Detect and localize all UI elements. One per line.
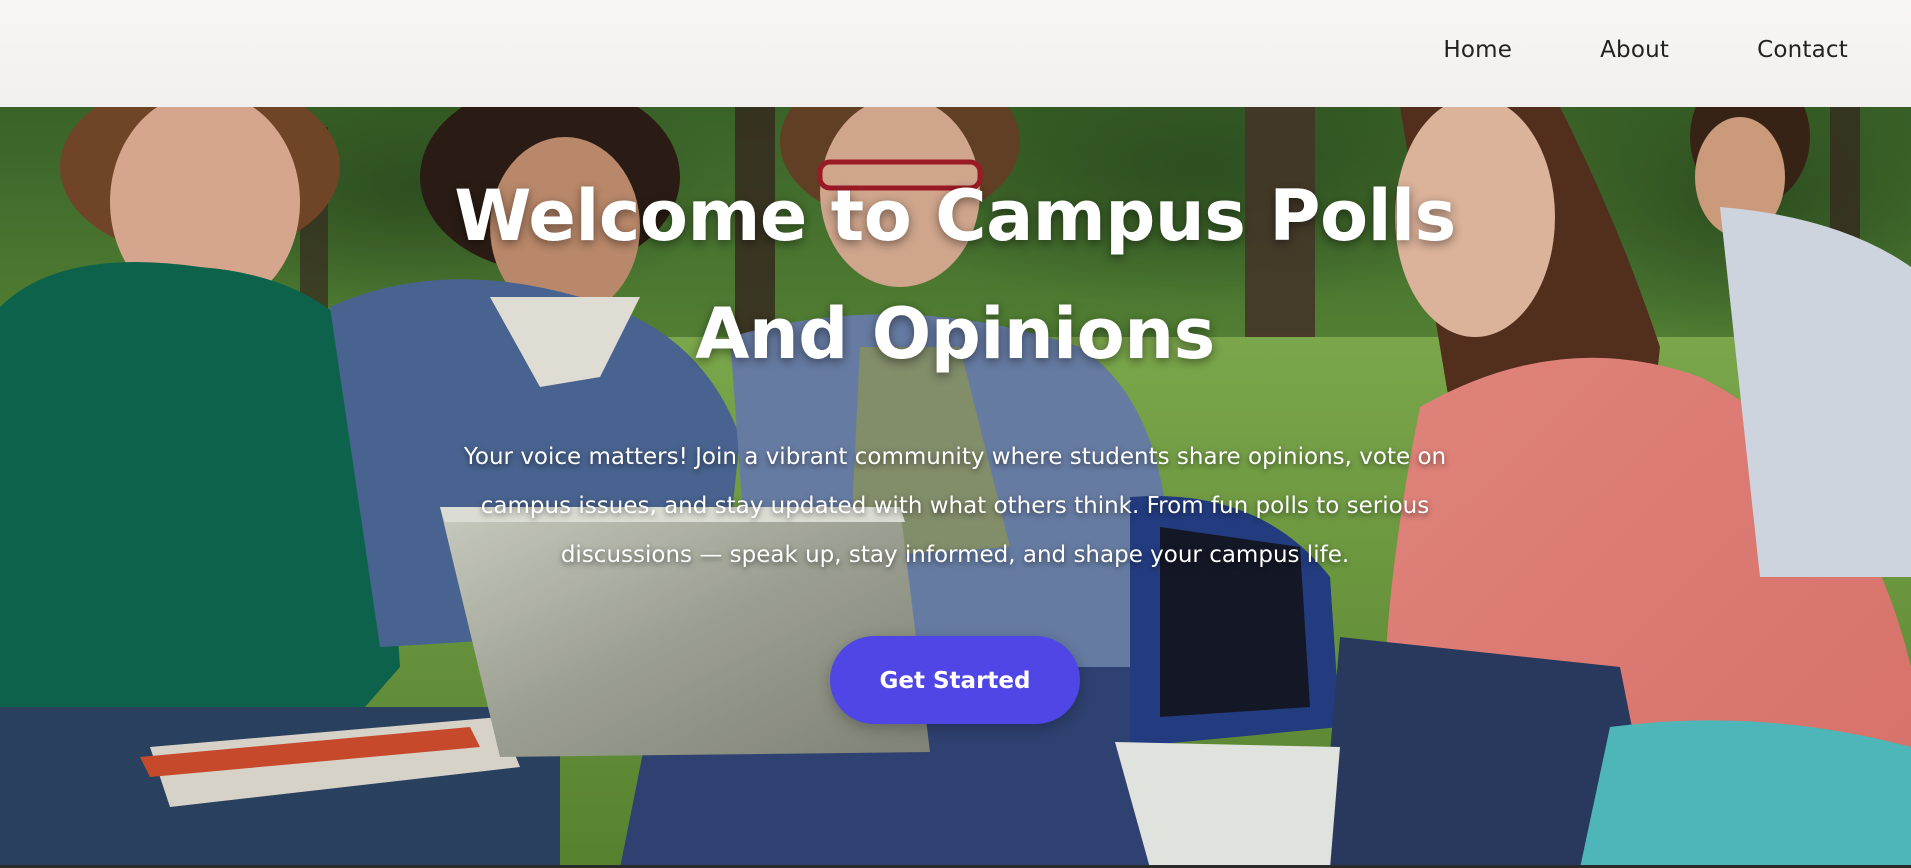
page: Home About Contact Welcome to Campus Pol…	[0, 0, 1911, 868]
hero-subtitle: Your voice matters! Join a vibrant commu…	[463, 444, 1447, 568]
get-started-button[interactable]: Get Started	[830, 636, 1080, 724]
nav-link-home[interactable]: Home	[1443, 37, 1512, 63]
hero-title-line-1: Welcome to Campus Polls	[454, 175, 1456, 257]
hero-content: Welcome to Campus Polls And Opinions You…	[440, 157, 1470, 724]
nav-link-contact[interactable]: Contact	[1757, 37, 1848, 63]
navbar: Home About Contact	[0, 0, 1911, 107]
nav-link-about[interactable]: About	[1600, 37, 1669, 63]
hero-section: Welcome to Campus Polls And Opinions You…	[0, 107, 1911, 868]
hero-title: Welcome to Campus Polls And Opinions	[440, 157, 1470, 393]
nav-links: Home About Contact	[1443, 0, 1848, 100]
hero-title-line-2: And Opinions	[695, 293, 1215, 375]
